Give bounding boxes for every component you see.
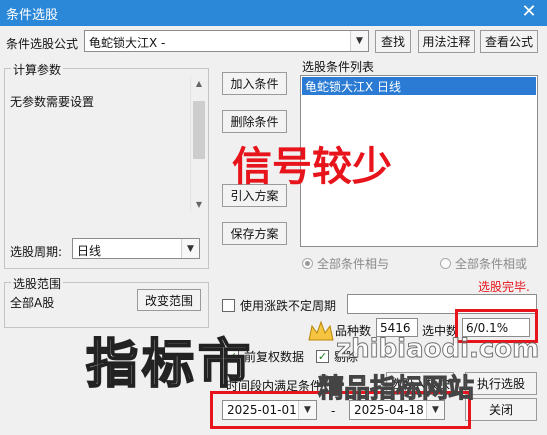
signal-caption: 信号较少 <box>232 144 392 190</box>
params-text: 无参数需要设置 <box>10 95 95 109</box>
volatile-period-checkbox[interactable]: 使用涨跌不定周期 <box>222 297 336 314</box>
radio-icon[interactable] <box>302 258 313 269</box>
formula-label: 条件选股公式 <box>6 37 79 51</box>
remove-condition-button[interactable]: 删除条件 <box>222 110 287 133</box>
params-scrollbar[interactable]: ▲ ▼ <box>190 77 207 211</box>
formula-value: 龟蛇锁大江X - <box>89 36 166 50</box>
watermark-big: 指标市 <box>85 334 255 396</box>
conditions-label: 选股条件列表 <box>302 60 375 74</box>
params-legend: 计算参数 <box>11 61 64 78</box>
find-button[interactable]: 查找 <box>375 30 411 53</box>
run-button[interactable]: 执行选股 <box>465 372 537 395</box>
usage-button[interactable]: 用法注释 <box>418 30 475 53</box>
radio-and-label: 全部条件相与 <box>317 257 390 271</box>
chevron-down-icon[interactable]: ▼ <box>181 239 199 258</box>
watermark-tail: 精品指标网站 <box>317 374 475 405</box>
scroll-thumb[interactable] <box>193 101 205 159</box>
watermark-site: zhibiaodi.com <box>335 334 540 365</box>
radio-icon[interactable] <box>440 258 451 269</box>
list-item[interactable]: 龟蛇锁大江X 日线 <box>302 77 536 95</box>
checkbox-icon[interactable] <box>222 299 235 312</box>
crown-icon <box>308 320 334 341</box>
formula-select[interactable]: 龟蛇锁大江X - ▼ <box>84 30 369 52</box>
change-range-button[interactable]: 改变范围 <box>137 289 201 311</box>
window-title: 条件选股 <box>6 8 59 23</box>
close-icon[interactable]: ✕ <box>517 1 541 23</box>
save-scheme-button[interactable]: 保存方案 <box>222 222 287 245</box>
radio-or-label: 全部条件相或 <box>455 257 528 271</box>
period-value: 日线 <box>77 244 102 258</box>
range-legend: 选股范围 <box>11 275 64 292</box>
range-value: 全部A股 <box>10 296 55 310</box>
count-value: 5416 <box>380 321 411 335</box>
scroll-up-icon[interactable]: ▲ <box>191 79 207 88</box>
period-select[interactable]: 日线 ▼ <box>72 238 200 259</box>
status-text: 选股完毕. <box>478 280 530 294</box>
radio-or[interactable]: 全部条件相或 <box>440 255 527 272</box>
radio-and[interactable]: 全部条件相与 <box>302 255 389 272</box>
scroll-down-icon[interactable]: ▼ <box>191 200 207 209</box>
view-formula-button[interactable]: 查看公式 <box>480 30 538 53</box>
close-button[interactable]: 关闭 <box>465 398 537 421</box>
volatile-period-label: 使用涨跌不定周期 <box>240 299 337 313</box>
title-bar: 条件选股 ✕ <box>0 0 547 26</box>
chevron-down-icon[interactable]: ▼ <box>350 31 368 51</box>
add-condition-button[interactable]: 加入条件 <box>222 72 287 95</box>
check-icon[interactable]: ✓ <box>316 350 329 363</box>
period-label: 选股周期: <box>10 245 63 259</box>
